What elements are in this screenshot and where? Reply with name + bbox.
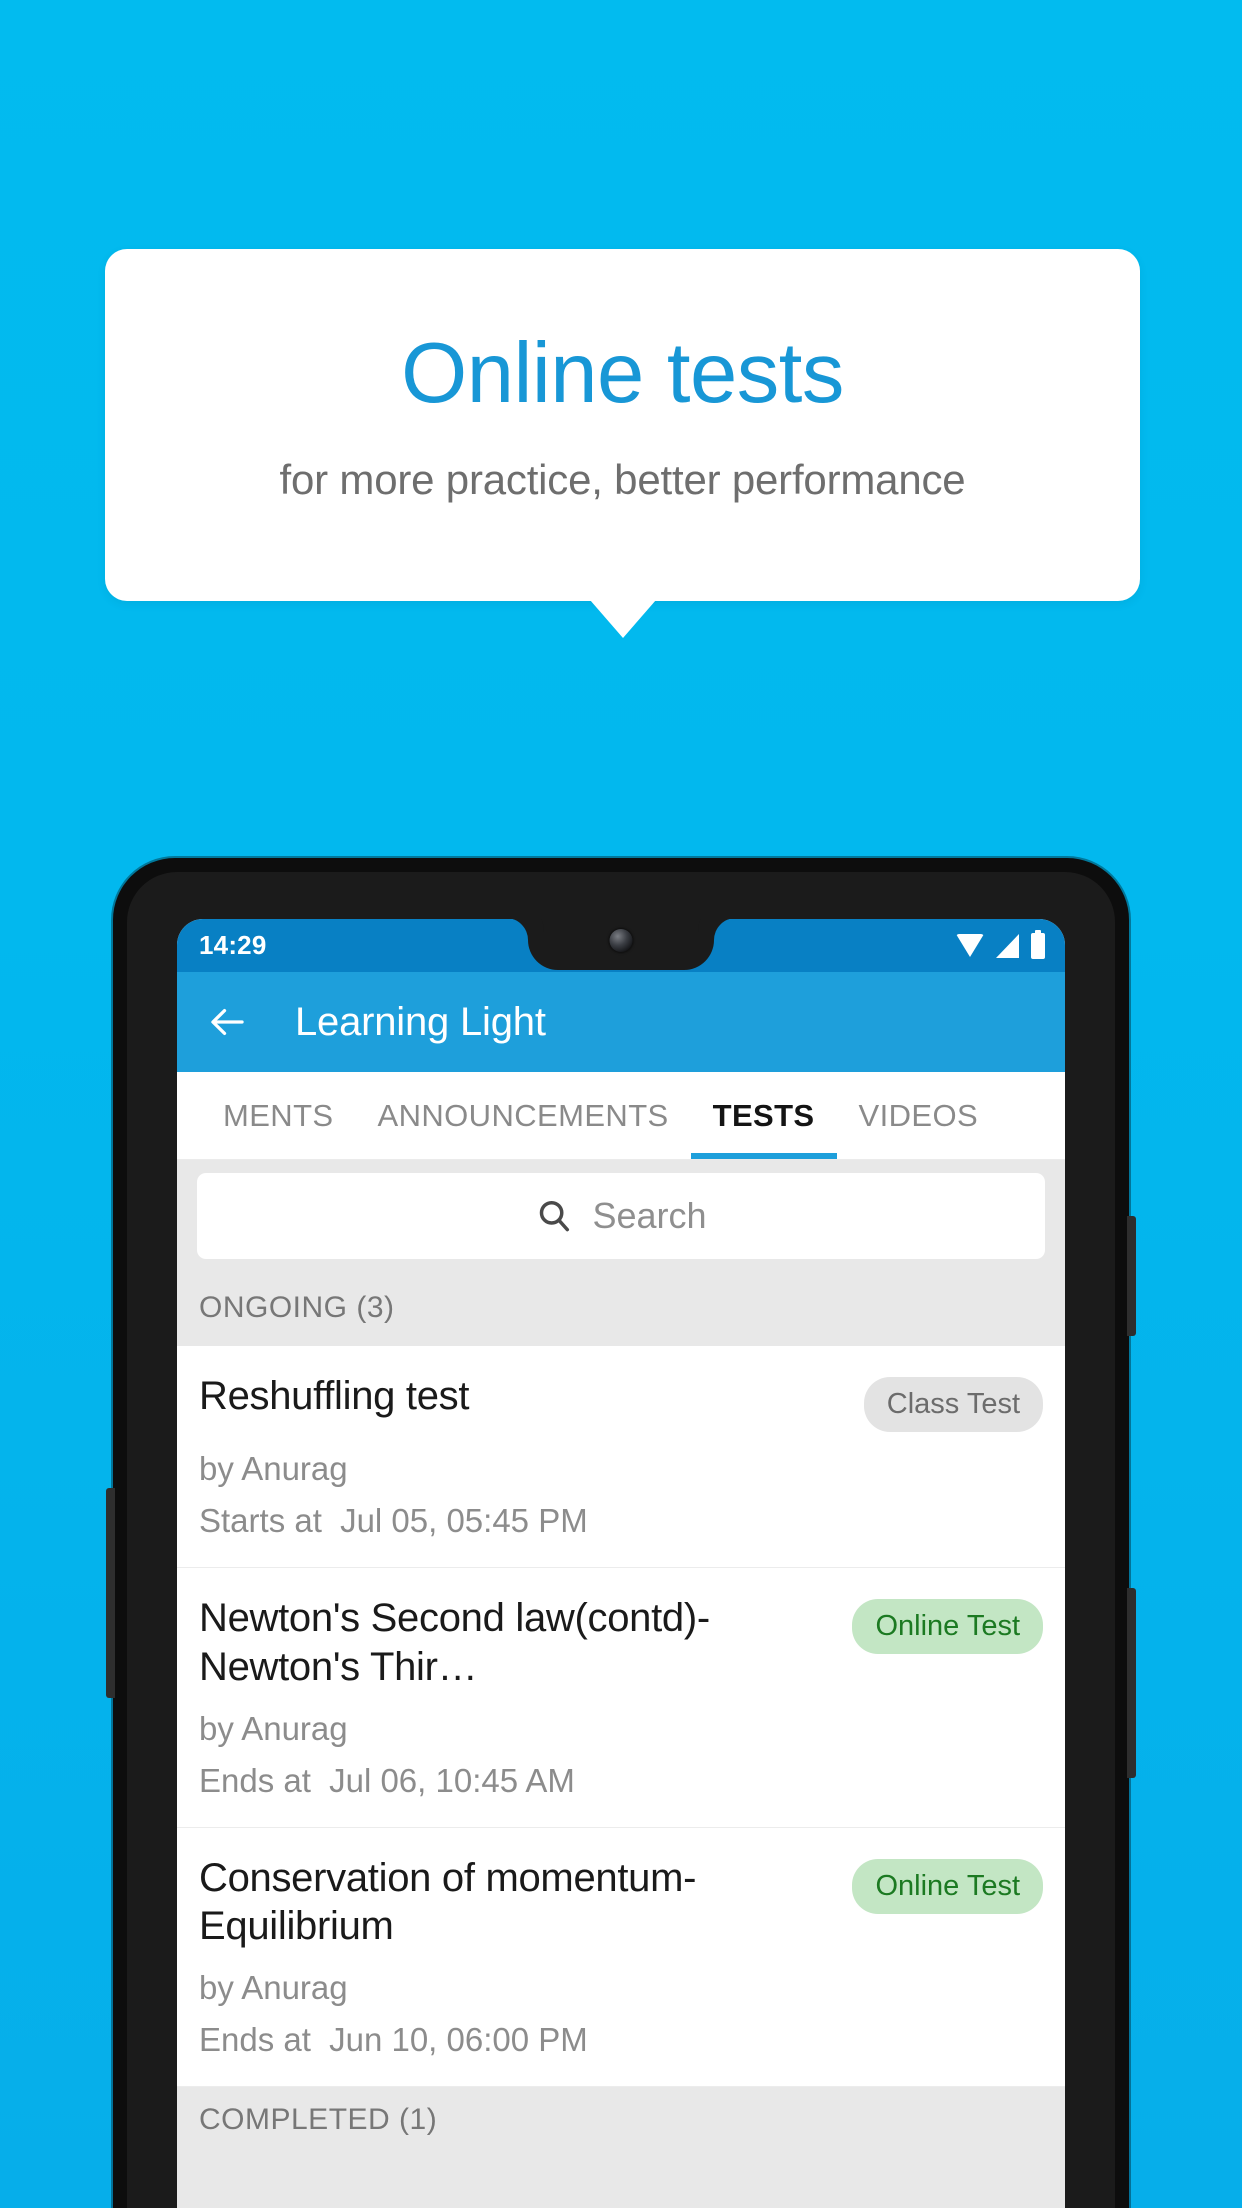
tab-announcements[interactable]: ANNOUNCEMENTS — [356, 1072, 691, 1159]
test-time-value: Jul 06, 10:45 AM — [329, 1761, 575, 1799]
phone-left-button[interactable] — [106, 1488, 115, 1698]
test-time: Ends at Jul 06, 10:45 AM — [199, 1762, 1043, 1800]
test-title: Newton's Second law(contd)-Newton's Thir… — [199, 1596, 710, 1689]
tests-content: Search ONGOING (3) Reshuffling test Clas… — [177, 1160, 1065, 2208]
status-bar: 14:29 — [177, 919, 1065, 972]
phone-mockup: 14:29 Learning Light MENTS ANNOUNCEMENTS… — [106, 858, 1136, 2208]
tab-assignments[interactable]: MENTS — [201, 1072, 356, 1159]
status-badge: Class Test — [863, 1377, 1043, 1432]
test-card-header: Newton's Second law(contd)-Newton's Thir… — [199, 1594, 1043, 1692]
status-icons — [956, 929, 1045, 959]
test-card[interactable]: Conservation of momentum-Equilibrium Onl… — [177, 1827, 1065, 2088]
status-badge: Online Test — [852, 1599, 1043, 1654]
phone-volume-button[interactable] — [1127, 1216, 1136, 1336]
test-title: Conservation of momentum-Equilibrium — [199, 1855, 697, 1949]
callout-subtitle: for more practice, better performance — [279, 456, 966, 504]
search-placeholder: Search — [592, 1195, 707, 1236]
callout-tail — [589, 600, 656, 638]
status-clock: 14:29 — [199, 930, 267, 960]
back-arrow-icon[interactable] — [207, 1001, 249, 1043]
battery-icon — [1031, 929, 1045, 959]
tab-videos[interactable]: VIDEOS — [837, 1072, 1001, 1159]
test-time-value: Jun 10, 06:00 PM — [329, 2021, 588, 2059]
callout-title: Online tests — [401, 326, 844, 421]
callout-card: Online tests for more practice, better p… — [105, 249, 1140, 638]
test-author: by Anurag — [199, 1709, 348, 1747]
test-card-header: Conservation of momentum-Equilibrium Onl… — [199, 1854, 1043, 1952]
test-author: by Anurag — [199, 1969, 348, 2007]
test-author: by Anurag — [199, 1450, 348, 1487]
phone-power-button[interactable] — [1127, 1588, 1136, 1778]
test-time-label: Ends at — [199, 2021, 311, 2059]
test-title: Reshuffling test — [199, 1374, 470, 1418]
test-card-header: Reshuffling test Class Test — [199, 1372, 1043, 1432]
search-input[interactable]: Search — [197, 1173, 1045, 1259]
phone-bezel: 14:29 Learning Light MENTS ANNOUNCEMENTS… — [127, 872, 1115, 2208]
section-header-completed: COMPLETED (1) — [177, 2087, 1065, 2159]
test-time: Ends at Jun 10, 06:00 PM — [199, 2021, 1043, 2059]
phone-screen: 14:29 Learning Light MENTS ANNOUNCEMENTS… — [177, 919, 1065, 2208]
app-bar: Learning Light — [177, 972, 1065, 1072]
test-time: Starts at Jul 05, 05:45 PM — [199, 1502, 1043, 1540]
tab-tests[interactable]: TESTS — [690, 1072, 837, 1159]
test-card[interactable]: Newton's Second law(contd)-Newton's Thir… — [177, 1568, 1065, 1828]
test-card[interactable]: Reshuffling test Class Test by Anurag St… — [177, 1346, 1065, 1568]
test-time-label: Ends at — [199, 1761, 311, 1799]
search-container: Search — [177, 1160, 1065, 1275]
tab-bar: MENTS ANNOUNCEMENTS TESTS VIDEOS — [177, 1072, 1065, 1160]
app-bar-title: Learning Light — [295, 999, 546, 1044]
status-badge: Online Test — [852, 1858, 1043, 1914]
signal-icon — [996, 933, 1019, 958]
wifi-icon — [956, 934, 984, 957]
section-header-ongoing: ONGOING (3) — [177, 1275, 1065, 1346]
test-time-value: Jul 05, 05:45 PM — [340, 1502, 588, 1539]
front-camera-icon — [609, 929, 633, 952]
test-time-label: Starts at — [199, 1502, 322, 1539]
search-icon — [535, 1197, 573, 1235]
